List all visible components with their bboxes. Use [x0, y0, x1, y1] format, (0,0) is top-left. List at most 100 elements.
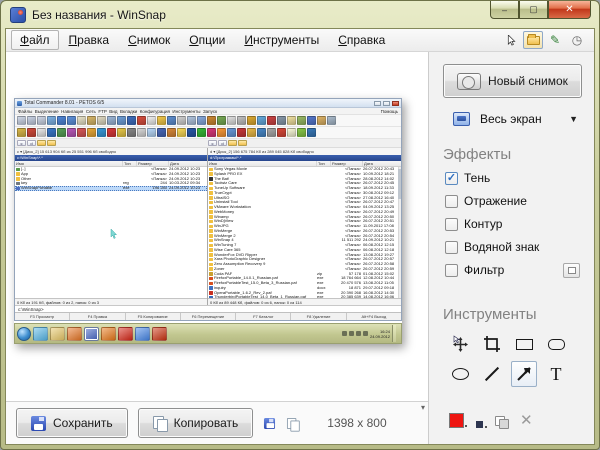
file-date: 14.08.2012 16:06 — [363, 295, 395, 298]
start-button — [17, 326, 31, 341]
effects-heading: Эффекты — [443, 146, 512, 163]
tc-window-title: Total Commander 8.01 - PETOS 6/5 — [24, 100, 105, 106]
file-icon — [209, 234, 213, 238]
column-header: Имя — [208, 161, 317, 166]
menu-item-2[interactable]: Правка — [60, 30, 119, 50]
minimize-button[interactable]: – — [490, 1, 519, 19]
function-key: F8 Удаление — [291, 313, 347, 320]
file-name: ThunderbirdPortableTest_14.0_Beta_1_Russ… — [214, 295, 307, 298]
menu-item-6[interactable]: Справка — [329, 30, 394, 50]
tools-grid: T — [447, 331, 582, 387]
menu-item-3[interactable]: Снимок — [119, 30, 179, 50]
effect-label: Водяной знак — [464, 240, 540, 254]
file-icon — [209, 196, 213, 200]
tc-drive-chip — [37, 140, 46, 146]
tc-right-status: 0 Кб из 89 448 Кб, файлов: 0 из 6, папок… — [208, 298, 401, 305]
tool-rounded-rectangle[interactable] — [543, 331, 569, 357]
effects-list: ✓ Тень Отражение Контур Водяной знак Фильтр — [443, 171, 582, 286]
tc-toolbar-icon — [217, 116, 226, 125]
tool-rectangle[interactable] — [511, 331, 537, 357]
tc-toolbar-icon — [127, 116, 136, 125]
effect-row[interactable]: Отражение — [445, 194, 582, 208]
tc-toolbar-icon — [247, 116, 256, 125]
file-icon — [16, 181, 20, 186]
timer-icon[interactable]: ◷ — [567, 31, 587, 49]
file-icon — [209, 229, 213, 233]
tool-crop[interactable] — [479, 331, 505, 357]
canvas-column: Total Commander 8.01 - PETOS 6/5 Файлы В… — [6, 52, 429, 444]
new-snapshot-icon[interactable] — [523, 31, 543, 49]
function-key: F7 Каталог — [236, 313, 292, 320]
window-title: Без названия - WinSnap — [32, 7, 166, 22]
tc-toolbar-icon — [277, 128, 286, 137]
chevron-down-icon[interactable]: ▼ — [569, 114, 578, 124]
capture-mode-select[interactable]: Весь экран ▼ — [453, 112, 578, 126]
maximize-button[interactable]: ▢ — [519, 1, 548, 19]
tc-toolbar-icon — [297, 116, 306, 125]
delete-icon[interactable]: ✕ — [520, 413, 533, 428]
effect-checkbox[interactable] — [445, 217, 458, 231]
save-button[interactable]: Сохранить — [16, 408, 128, 438]
menu-item-4[interactable]: Опции — [180, 30, 234, 50]
new-snapshot-button[interactable]: Новый снимок — [443, 64, 582, 98]
line-width-picker[interactable] — [476, 421, 487, 428]
filter-settings-button[interactable] — [563, 262, 580, 278]
effect-row[interactable]: Контур — [445, 217, 582, 231]
column-header: Дата — [170, 161, 179, 166]
color-swatch[interactable] — [449, 413, 467, 428]
preview-canvas[interactable]: Total Commander 8.01 - PETOS 6/5 Файлы В… — [6, 52, 428, 401]
tool-ellipse[interactable] — [447, 361, 473, 387]
tool-arrow[interactable] — [511, 361, 537, 387]
file-type: exe — [317, 295, 324, 298]
file-icon — [209, 291, 213, 295]
tc-toolbar-icon — [137, 128, 146, 137]
file-icon — [209, 167, 213, 172]
tc-function-key-bar: F3 Просмотр F4 Правка F5 Копирование F6 Пер… — [15, 312, 401, 320]
effect-checkbox[interactable] — [445, 263, 458, 277]
menu-item-1[interactable]: Файл — [11, 30, 59, 50]
tc-scrollbar — [398, 167, 401, 298]
effect-row[interactable]: Фильтр — [445, 262, 582, 278]
effect-checkbox[interactable] — [445, 194, 458, 208]
file-icon — [209, 262, 213, 267]
tc-toolbar-icon — [67, 128, 76, 137]
system-tray: 16:24 24.09.2012 — [341, 325, 399, 342]
app-red-icon — [152, 326, 167, 341]
menu-toolbar: ✎ ◷ — [501, 31, 589, 49]
tc-window: Total Commander 8.01 - PETOS 6/5 Файлы В… — [14, 98, 402, 321]
tc-toolbar-icon — [237, 116, 246, 125]
effect-checkbox[interactable] — [445, 240, 458, 254]
layers-icon[interactable] — [495, 416, 509, 429]
effect-label: Контур — [464, 217, 503, 231]
tc-toolbar-icon — [27, 116, 36, 125]
tc-title-bar: Total Commander 8.01 - PETOS 6/5 — [15, 99, 401, 108]
copy-button[interactable]: Копировать — [137, 408, 254, 438]
effect-label: Отражение — [464, 194, 527, 208]
file-icon — [209, 253, 213, 257]
quick-save-icon[interactable] — [264, 417, 276, 429]
close-button[interactable]: ✕ — [548, 1, 591, 19]
tc-toolbar-icon — [317, 116, 326, 125]
effect-row[interactable]: Водяной знак — [445, 240, 582, 254]
tool-line[interactable] — [479, 361, 505, 387]
effect-row[interactable]: ✓ Тень — [445, 171, 582, 185]
effect-checkbox[interactable]: ✓ — [445, 171, 458, 185]
desktop-taskbar: 16:24 24.09.2012 — [14, 323, 402, 344]
file-icon — [16, 172, 20, 176]
menu-item-5[interactable]: Инструменты — [235, 30, 328, 50]
tool-move[interactable] — [447, 331, 473, 357]
captured-screenshot[interactable]: Total Commander 8.01 - PETOS 6/5 Файлы В… — [14, 98, 402, 344]
tool-text[interactable]: T — [543, 361, 569, 387]
function-key: F3 Просмотр — [15, 313, 71, 320]
cursor-tool-icon[interactable] — [501, 31, 521, 49]
tc-toolbar-icon — [37, 116, 46, 125]
edit-annotate-icon[interactable]: ✎ — [545, 31, 565, 49]
quick-copy-icon[interactable] — [287, 417, 300, 432]
menu-items: Файл Правка Снимок Опции Инструменты Справка — [11, 30, 395, 50]
side-panel: Новый снимок Весь экран ▼ Эффекты ✓ Тень О… — [429, 52, 594, 444]
tc-toolbar-icon — [207, 116, 216, 125]
tc-toolbar-icon — [107, 128, 116, 137]
tc-toolbar-icon — [147, 128, 156, 137]
collapse-arrow-icon[interactable]: ▾ — [421, 404, 425, 412]
column-header: Имя — [15, 161, 123, 166]
